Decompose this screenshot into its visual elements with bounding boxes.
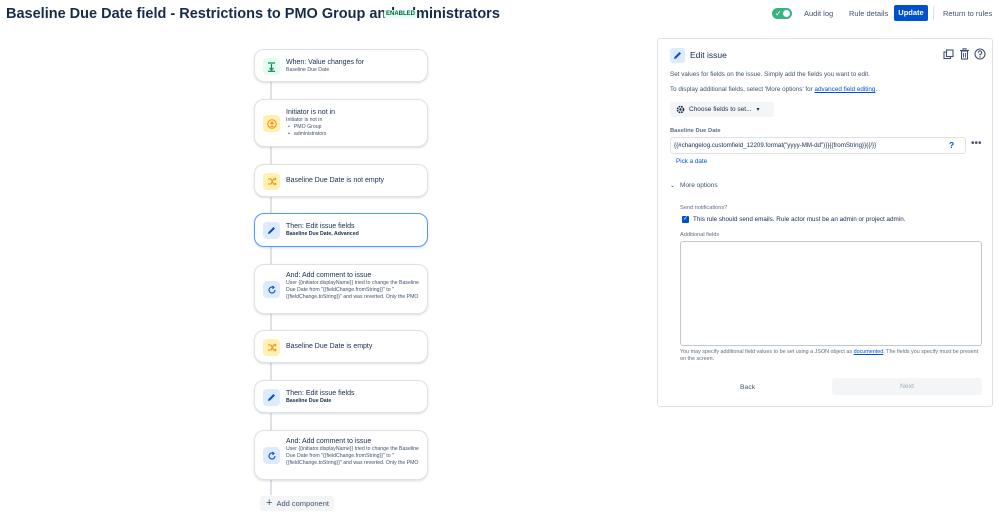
group-list: PMO Group administrators [286, 124, 421, 138]
condition-card-not-empty[interactable]: Baseline Due Date is not empty [254, 164, 428, 197]
trigger-card[interactable]: When: Value changes for Baseline Due Dat… [254, 49, 428, 82]
baseline-due-date-input[interactable]: {{#changelog.customfield_12209.format("y… [670, 137, 966, 154]
card-title: Baseline Due Date is not empty [286, 177, 385, 184]
next-button[interactable]: Next [832, 378, 982, 395]
card-title: And: Add comment to issue [286, 272, 372, 279]
hint-prefix: To display additional fields, select 'Mo… [670, 86, 813, 93]
card-title: Initiator is not in [286, 109, 336, 116]
condition-icon [263, 173, 280, 190]
card-title: When: Value changes for [286, 59, 365, 66]
panel-additional-hint: To display additional fields, select 'Mo… [670, 86, 877, 93]
action-card-edit-issue[interactable]: Then: Edit issue fields Baseline Due Dat… [254, 380, 428, 413]
field-label: Baseline Due Date [670, 128, 721, 134]
return-to-rules-link[interactable]: Return to rules [943, 9, 992, 18]
pencil-icon [670, 48, 685, 63]
card-subtitle: User {{initiator.displayName}} tried to … [286, 446, 419, 466]
choose-fields-label: Choose fields to set... [689, 106, 752, 113]
panel-intro: Set values for fields on the issue. Simp… [670, 71, 870, 78]
trigger-icon [263, 58, 280, 75]
action-card-add-comment[interactable]: And: Add comment to issue User {{initiat… [254, 264, 428, 314]
trash-icon[interactable] [958, 47, 970, 61]
back-button[interactable]: Back [740, 384, 755, 391]
rule-details-link[interactable]: Rule details [849, 9, 888, 18]
status-badge: ENABLED [384, 10, 418, 18]
user-condition-icon [263, 115, 280, 132]
audit-log-link[interactable]: Audit log [804, 9, 833, 18]
comment-action-icon [263, 447, 280, 464]
card-subtitle: Baseline Due Date [286, 67, 330, 73]
choose-fields-button[interactable]: Choose fields to set... ▾ [670, 102, 774, 117]
action-card-add-comment[interactable]: And: Add comment to issue User {{initiat… [254, 430, 428, 480]
documented-link[interactable]: documented [854, 349, 884, 355]
help-icon[interactable] [974, 47, 986, 61]
check-icon: ✓ [775, 9, 782, 18]
card-subtitle: Baseline Due Date [286, 398, 332, 404]
card-title: And: Add comment to issue [286, 438, 372, 445]
chevron-down-icon: ⌄ [670, 183, 676, 189]
field-help-icon[interactable]: ? [949, 140, 954, 150]
send-notifications-text: This rule should send emails. Rule actor… [693, 216, 906, 223]
card-title: Baseline Due Date is empty [286, 343, 373, 350]
list-item: PMO Group [286, 124, 421, 131]
condition-card-empty[interactable]: Baseline Due Date is empty [254, 330, 428, 363]
send-notifications-checkbox[interactable]: ✓ [682, 216, 689, 223]
card-subtitle: Baseline Due Date, Advanced [286, 231, 359, 237]
send-notifications-label: Send notifications? [680, 205, 728, 211]
rule-header: Baseline Due Date field - Restrictions t… [0, 0, 999, 30]
card-title: Then: Edit issue fields [286, 223, 355, 230]
hint-suffix: . [875, 86, 878, 93]
more-options-label: More options [680, 182, 718, 189]
help-prefix: You may specify additional field values … [680, 349, 853, 355]
additional-fields-textarea[interactable] [680, 241, 982, 346]
pick-date-link[interactable]: Pick a date [676, 158, 707, 165]
advanced-field-editing-link[interactable]: advanced field editing [815, 86, 876, 93]
list-item: administrators [286, 131, 421, 138]
additional-fields-label: Additional fields [680, 232, 720, 238]
more-actions-icon[interactable]: ••• [971, 138, 982, 149]
card-subtitle: User {{initiator.displayName}} tried to … [286, 280, 419, 300]
rule-enabled-toggle[interactable]: ✓ [772, 8, 792, 19]
add-component-label: Add component [276, 499, 329, 508]
panel-title: Edit issue [690, 50, 727, 60]
page-title: Baseline Due Date field - Restrictions t… [6, 6, 500, 22]
plus-icon: + [266, 497, 273, 509]
pencil-icon [263, 222, 280, 239]
more-options-toggle[interactable]: ⌄ More options [670, 182, 718, 189]
copy-icon[interactable] [942, 47, 954, 61]
pencil-icon [263, 389, 280, 406]
condition-card-initiator[interactable]: Initiator is not in Initiator is not in … [254, 99, 428, 147]
comment-action-icon [263, 281, 280, 298]
header-divider [933, 6, 934, 20]
condition-icon [263, 339, 280, 356]
add-component-button[interactable]: + Add component [260, 496, 334, 511]
update-button[interactable]: Update [894, 5, 928, 21]
card-subtitle: Initiator is not in [286, 117, 323, 123]
action-card-edit-issue-selected[interactable]: Then: Edit issue fields Baseline Due Dat… [254, 213, 428, 247]
edit-issue-panel: Edit issue Set values for fields on the … [657, 38, 993, 407]
chevron-down-icon: ▾ [756, 107, 760, 113]
card-title: Then: Edit issue fields [286, 390, 355, 397]
gear-icon [676, 105, 685, 114]
additional-fields-help: You may specify additional field values … [680, 349, 984, 363]
